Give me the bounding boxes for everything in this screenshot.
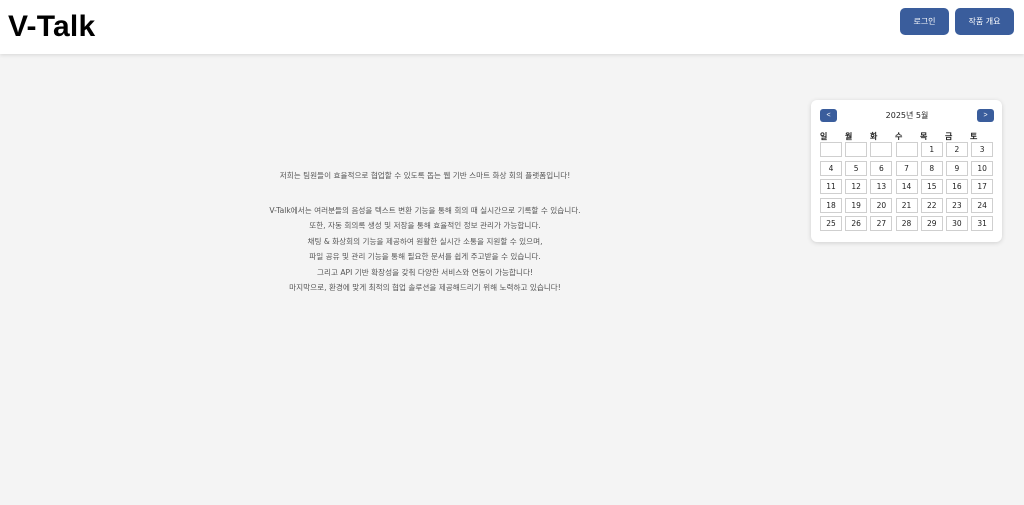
calendar-day-cell[interactable]: 10 (971, 160, 994, 176)
intro-line: V-Talk에서는 여러분들의 음성을 텍스트 변환 기능을 통해 회의 때 실… (269, 205, 581, 215)
intro-line: 그리고 API 기반 확장성을 갖춰 다양한 서비스와 연동이 가능합니다! (316, 267, 533, 277)
calendar-day-cell[interactable]: 5 (845, 160, 868, 176)
calendar-empty-cell (845, 142, 868, 157)
calendar-day-cell[interactable]: 6 (870, 160, 893, 176)
project-overview-button[interactable]: 작품 개요 (955, 8, 1014, 35)
calendar-weekday-row: 일월화수목금토 (819, 131, 994, 142)
intro-line: 또한, 자동 회의록 생성 및 저장을 통해 효율적인 정보 관리가 가능합니다… (309, 221, 541, 230)
calendar-day-cell[interactable]: 23 (945, 197, 968, 213)
calendar-day-cell[interactable]: 15 (920, 179, 943, 195)
calendar-empty-cell (870, 142, 893, 157)
weekday-label: 토 (970, 132, 978, 141)
calendar-month-title: 2025년 5월 (885, 111, 929, 120)
calendar-day-cell[interactable]: 24 (971, 197, 994, 213)
calendar-day-cell[interactable]: 12 (845, 179, 868, 195)
calendar-day-cell[interactable]: 30 (945, 216, 968, 232)
weekday-label: 화 (870, 132, 878, 141)
calendar-day-cell[interactable]: 20 (870, 197, 893, 213)
calendar-day-cell[interactable]: 16 (945, 179, 968, 195)
calendar-day-cell[interactable]: 21 (895, 197, 918, 213)
calendar-day-cell[interactable]: 26 (845, 216, 868, 232)
calendar-empty-cell (820, 142, 842, 157)
calendar-next-button[interactable]: > (977, 109, 994, 122)
calendar-day-cell[interactable]: 7 (895, 160, 918, 176)
intro-text: 저희는 팀원들이 효율적으로 협업할 수 있도록 돕는 웹 기반 스마트 화상 … (250, 168, 600, 296)
calendar-day-cell[interactable]: 17 (971, 179, 994, 195)
calendar-day-cell[interactable]: 2 (945, 142, 968, 157)
weekday-label: 목 (920, 132, 928, 141)
weekday-label: 일 (820, 132, 828, 141)
intro-lead: 저희는 팀원들이 효율적으로 협업할 수 있도록 돕는 웹 기반 스마트 화상 … (279, 171, 571, 180)
calendar-day-cell[interactable]: 4 (820, 160, 842, 176)
calendar-day-cell[interactable]: 31 (971, 216, 994, 232)
top-header: V-Talk 로그인 작품 개요 (0, 0, 1024, 54)
login-button[interactable]: 로그인 (900, 8, 949, 35)
calendar-day-cell[interactable]: 13 (870, 179, 893, 195)
calendar-day-cell[interactable]: 29 (920, 216, 943, 232)
calendar-day-cell[interactable]: 11 (820, 179, 842, 195)
calendar-day-cell[interactable]: 25 (820, 216, 842, 232)
calendar-widget: < 2025년 5월 > 일월화수목금토 1 2 3 4 5 6 7 8 9 10 11 12 13 14… (811, 100, 1002, 242)
app-logo[interactable]: V-Talk (8, 9, 95, 45)
calendar-day-cell[interactable]: 27 (870, 216, 893, 232)
weekday-label: 금 (945, 132, 953, 141)
calendar-day-cell[interactable]: 1 (920, 142, 943, 157)
calendar-prev-button[interactable]: < (820, 109, 837, 122)
intro-line: 마지막으로, 환경에 맞게 최적의 협업 솔루션을 제공해드리기 위해 노력하고… (289, 283, 561, 292)
calendar-day-cell[interactable]: 14 (895, 179, 918, 195)
calendar-day-cell[interactable]: 8 (920, 160, 943, 176)
intro-line: 파일 공유 및 관리 기능을 통해 필요한 문서를 쉽게 주고받을 수 있습니다… (309, 252, 541, 261)
calendar-day-cell[interactable]: 18 (820, 197, 842, 213)
calendar-day-cell[interactable]: 3 (971, 142, 994, 157)
weekday-label: 월 (845, 132, 853, 141)
calendar-empty-cell (895, 142, 918, 157)
calendar-day-cell[interactable]: 28 (895, 216, 918, 232)
calendar-day-cell[interactable]: 19 (845, 197, 868, 213)
weekday-label: 수 (895, 132, 903, 141)
calendar-day-grid: 1 2 3 4 5 6 7 8 9 10 11 12 13 14 15 16 17 18 19 20 21 22 23 24 2… (820, 142, 994, 232)
calendar-day-cell[interactable]: 22 (920, 197, 943, 213)
calendar-day-cell[interactable]: 9 (945, 160, 968, 176)
intro-line: 채팅 & 화상회의 기능을 제공하여 원활한 실시간 소통을 지원할 수 있으며… (307, 236, 543, 246)
